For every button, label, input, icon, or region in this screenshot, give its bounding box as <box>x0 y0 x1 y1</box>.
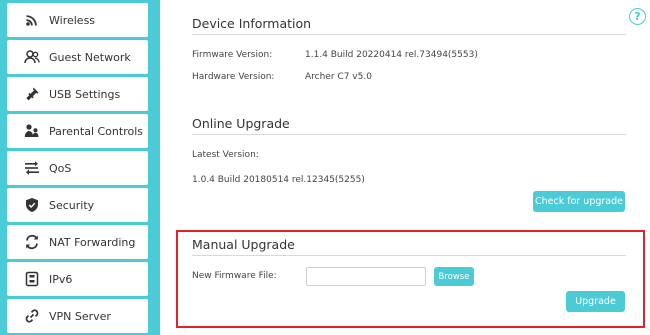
divider <box>192 134 626 135</box>
sidebar-item-label: Security <box>49 198 95 212</box>
link-icon <box>24 308 40 324</box>
check-for-upgrade-button[interactable]: Check for upgrade <box>533 191 625 212</box>
new-firmware-file-label: New Firmware File: <box>192 271 277 281</box>
sidebar-item-label: QoS <box>49 161 72 175</box>
divider <box>192 34 626 35</box>
ipv6-icon <box>24 271 40 287</box>
sidebar-item-qos[interactable]: QoS <box>7 151 148 185</box>
divider <box>192 255 626 256</box>
hardware-version-label: Hardware Version: <box>192 72 275 82</box>
hardware-version-value: Archer C7 v5.0 <box>305 72 372 82</box>
firmware-version-label: Firmware Version: <box>192 50 273 60</box>
manual-upgrade-title: Manual Upgrade <box>192 237 295 252</box>
usb-icon <box>24 86 40 102</box>
sidebar-item-guest-network[interactable]: Guest Network <box>7 40 148 74</box>
sidebar-item-security[interactable]: Security <box>7 188 148 222</box>
firmware-version-value: 1.1.4 Build 20220414 rel.73494(5553) <box>305 50 478 60</box>
parental-icon <box>24 123 40 139</box>
main-content: ? Device Information Firmware Version: 1… <box>160 0 650 335</box>
latest-version-value: 1.0.4 Build 20180514 rel.12345(5255) <box>192 175 365 185</box>
sidebar-item-label: Guest Network <box>49 50 131 64</box>
browse-button[interactable]: Browse <box>434 267 474 286</box>
sidebar-item-label: Parental Controls <box>49 124 143 138</box>
guest-users-icon <box>24 49 40 65</box>
sidebar-item-parental-controls[interactable]: Parental Controls <box>7 114 148 148</box>
upgrade-button[interactable]: Upgrade <box>566 291 625 312</box>
sidebar-item-label: USB Settings <box>49 87 121 101</box>
shield-icon <box>24 197 40 213</box>
sidebar-item-label: VPN Server <box>49 309 111 323</box>
sidebar-item-label: IPv6 <box>49 272 73 286</box>
sidebar-item-usb-settings[interactable]: USB Settings <box>7 77 148 111</box>
sidebar-item-ipv6[interactable]: IPv6 <box>7 262 148 296</box>
sidebar-item-label: Wireless <box>49 13 96 27</box>
firmware-file-input[interactable] <box>306 267 426 286</box>
nat-icon <box>24 234 40 250</box>
sidebar-item-vpn-server[interactable]: VPN Server <box>7 299 148 333</box>
qos-icon <box>24 160 40 176</box>
latest-version-label: Latest Version: <box>192 150 259 160</box>
sidebar-item-nat-forwarding[interactable]: NAT Forwarding <box>7 225 148 259</box>
device-info-title: Device Information <box>192 16 312 31</box>
wifi-icon <box>24 12 40 28</box>
sidebar-item-label: NAT Forwarding <box>49 235 136 249</box>
help-icon[interactable]: ? <box>629 8 646 25</box>
sidebar-item-wireless[interactable]: Wireless <box>7 3 148 37</box>
online-upgrade-title: Online Upgrade <box>192 116 290 131</box>
sidebar: Wireless Guest Network USB Settings Pare… <box>0 0 160 335</box>
